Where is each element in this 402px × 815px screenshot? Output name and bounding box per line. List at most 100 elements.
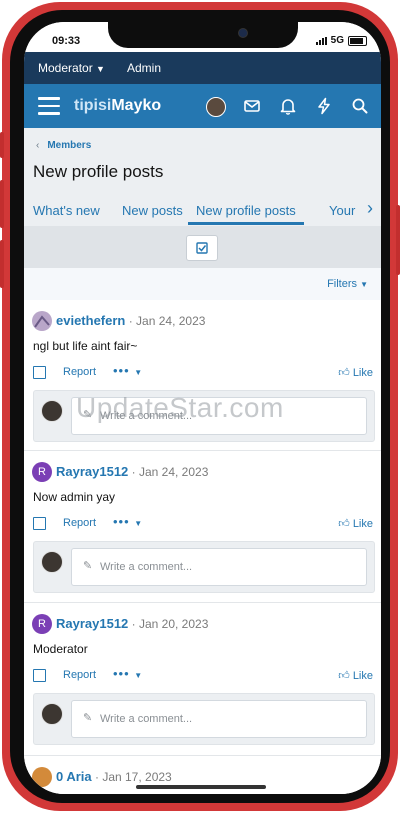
- post-author[interactable]: 0 Aria: [56, 769, 92, 784]
- moderator-label: Moderator: [38, 61, 93, 75]
- comment-box: ✎ Write a comment...: [33, 541, 375, 593]
- more-options-button[interactable]: ••• ▼: [113, 514, 143, 529]
- search-icon[interactable]: [350, 96, 370, 116]
- chevron-right-icon[interactable]: ›: [359, 192, 381, 226]
- tab-bar: What's new New posts New profile posts Y…: [24, 192, 381, 227]
- more-options-button[interactable]: ••• ▼: [113, 666, 143, 681]
- avatar[interactable]: R: [32, 462, 52, 482]
- admin-link[interactable]: Admin: [127, 61, 161, 75]
- user-avatar[interactable]: [206, 97, 226, 117]
- report-button[interactable]: Report: [63, 517, 96, 529]
- select-checkbox[interactable]: [33, 517, 46, 530]
- nav-bar: tipisiMayko: [24, 84, 381, 128]
- post-date[interactable]: Jan 24, 2023: [136, 314, 205, 328]
- bell-icon[interactable]: [278, 96, 298, 116]
- caret-down-icon: ▼: [134, 519, 144, 528]
- like-button[interactable]: 👍︎ Like: [338, 517, 373, 530]
- caret-down-icon: ▼: [96, 64, 105, 74]
- hamburger-menu-icon[interactable]: [38, 97, 60, 115]
- comment-input[interactable]: ✎ Write a comment...: [71, 548, 367, 586]
- select-checkbox[interactable]: [33, 669, 46, 682]
- select-toggle-button[interactable]: [186, 235, 218, 261]
- post-meta: eviethefern · Jan 24, 2023: [56, 313, 206, 328]
- logo-part-2: Mayko: [111, 97, 162, 114]
- post-author[interactable]: Rayray1512: [56, 464, 128, 479]
- like-label: Like: [352, 518, 373, 530]
- commenter-avatar: [41, 551, 63, 573]
- page-header: ‹ Members New profile posts: [24, 128, 381, 192]
- post-body: Now admin yay: [33, 490, 116, 504]
- site-logo[interactable]: tipisiMayko: [74, 97, 161, 115]
- like-label: Like: [352, 367, 373, 379]
- breadcrumb[interactable]: ‹ Members: [36, 140, 91, 151]
- caret-down-icon: ▼: [360, 280, 368, 289]
- page-title: New profile posts: [33, 162, 164, 181]
- watermark: UpdateStar.com: [76, 392, 284, 423]
- post-actions: Report ••• ▼ 👍︎ Like: [33, 363, 373, 382]
- select-checkbox[interactable]: [33, 366, 46, 379]
- post-actions: Report ••• ▼ 👍︎ Like: [33, 666, 373, 685]
- comment-placeholder: Write a comment...: [100, 713, 193, 725]
- filters-button[interactable]: Filters ▼: [327, 278, 368, 290]
- post-date[interactable]: Jan 17, 2023: [102, 770, 171, 784]
- post-actions: Report ••• ▼ 👍︎ Like: [33, 514, 373, 533]
- comment-input[interactable]: ✎ Write a comment...: [71, 700, 367, 738]
- like-button[interactable]: 👍︎ Like: [338, 366, 373, 379]
- tab-new-profile-posts[interactable]: New profile posts: [188, 203, 304, 225]
- report-button[interactable]: Report: [63, 366, 96, 378]
- lightning-icon[interactable]: [314, 96, 334, 116]
- home-indicator: [136, 785, 266, 789]
- more-dots: •••: [113, 666, 130, 681]
- breadcrumb-members: Members: [47, 140, 92, 151]
- camera-icon: [238, 28, 248, 38]
- logo-part-1: tipisi: [74, 97, 112, 114]
- post-date[interactable]: Jan 20, 2023: [139, 617, 208, 631]
- commenter-avatar: [41, 400, 63, 422]
- post-body: ngl but life aint fair~: [33, 339, 138, 353]
- filters-label: Filters: [327, 278, 358, 290]
- avatar[interactable]: R: [32, 614, 52, 634]
- tab-whats-new[interactable]: What's new: [33, 203, 100, 218]
- caret-down-icon: ▼: [134, 671, 144, 680]
- volume-down-button: [0, 240, 4, 288]
- avatar[interactable]: [32, 311, 52, 331]
- network-label: 5G: [330, 35, 344, 46]
- status-time: 09:33: [52, 35, 81, 47]
- profile-post: R Rayray1512 · Jan 24, 2023 Now admin ya…: [24, 451, 381, 603]
- moderator-menu[interactable]: Moderator ▼: [38, 61, 105, 75]
- filter-bar: Filters ▼: [24, 268, 381, 301]
- post-author[interactable]: Rayray1512: [56, 616, 128, 631]
- report-button[interactable]: Report: [63, 669, 96, 681]
- notch: [108, 22, 298, 48]
- conversations-icon[interactable]: [242, 96, 262, 116]
- post-date[interactable]: Jan 24, 2023: [139, 465, 208, 479]
- profile-post: R Rayray1512 · Jan 20, 2023 Moderator Re…: [24, 603, 381, 756]
- tab-your[interactable]: Your: [329, 203, 355, 218]
- avatar[interactable]: [32, 767, 52, 787]
- checkbox-icon: [196, 242, 208, 254]
- comment-placeholder: Write a comment...: [100, 561, 193, 573]
- more-dots: •••: [113, 514, 130, 529]
- tab-new-posts[interactable]: New posts: [122, 203, 183, 218]
- signal-icon: [315, 36, 327, 45]
- post-meta: 0 Aria · Jan 17, 2023: [56, 769, 172, 784]
- commenter-avatar: [41, 703, 63, 725]
- power-button: [396, 205, 400, 275]
- post-body: Moderator: [33, 642, 88, 656]
- status-indicators: 5G: [315, 35, 367, 46]
- more-dots: •••: [113, 363, 130, 378]
- chevron-left-icon: ‹: [36, 140, 40, 151]
- like-label: Like: [352, 670, 373, 682]
- pencil-icon: ✎: [83, 560, 93, 572]
- more-options-button[interactable]: ••• ▼: [113, 363, 143, 378]
- like-button[interactable]: 👍︎ Like: [338, 669, 373, 682]
- comment-box: ✎ Write a comment...: [33, 693, 375, 745]
- thumbs-up-icon: 👍︎: [338, 367, 350, 379]
- post-meta: Rayray1512 · Jan 20, 2023: [56, 616, 209, 631]
- post-author[interactable]: eviethefern: [56, 313, 125, 328]
- post-meta: Rayray1512 · Jan 24, 2023: [56, 464, 209, 479]
- volume-up-button: [0, 180, 4, 228]
- battery-icon: [348, 35, 367, 46]
- pencil-icon: ✎: [83, 712, 93, 724]
- thumbs-up-icon: 👍︎: [338, 670, 350, 682]
